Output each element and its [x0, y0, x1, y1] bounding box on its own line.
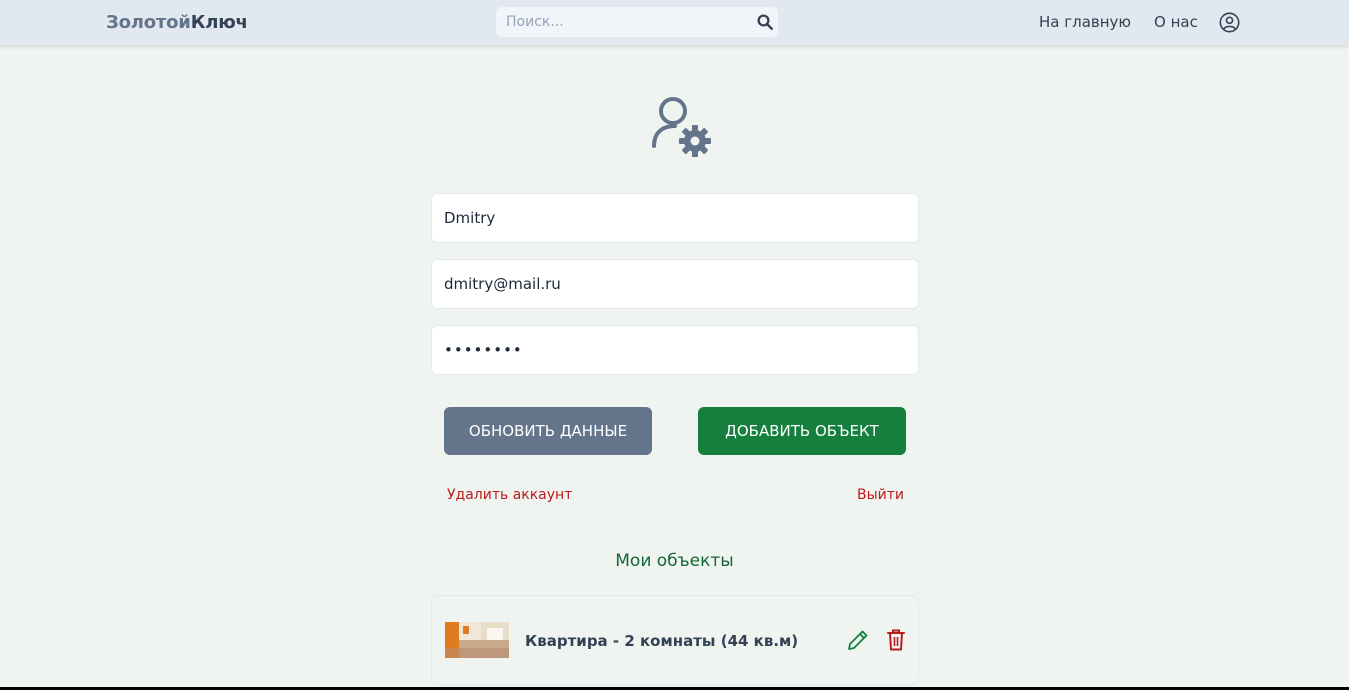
search-icon[interactable]	[756, 13, 774, 31]
password-field[interactable]	[431, 325, 919, 375]
user-circle-icon[interactable]	[1219, 12, 1240, 33]
search-input[interactable]	[496, 7, 746, 37]
logo-part-2: Ключ	[190, 12, 248, 33]
trash-icon[interactable]	[886, 628, 906, 652]
delete-account-link[interactable]: Удалить аккаунт	[447, 487, 572, 503]
user-gear-icon	[652, 97, 711, 157]
logo-part-1: Золотой	[106, 12, 191, 33]
my-objects-title: Мои объекты	[615, 551, 734, 571]
update-data-button[interactable]: ОБНОВИТЬ ДАННЫЕ	[444, 407, 652, 455]
nav-home-link[interactable]: На главную	[1039, 13, 1131, 31]
object-thumbnail	[445, 622, 509, 658]
object-title: Квартира - 2 комнаты (44 кв.м)	[525, 632, 799, 650]
site-logo[interactable]: ЗолотойКлюч	[106, 12, 248, 33]
logout-link[interactable]: Выйти	[857, 487, 904, 503]
name-field[interactable]	[431, 193, 919, 243]
pencil-icon[interactable]	[846, 628, 870, 652]
search-box	[496, 7, 778, 37]
add-object-button[interactable]: ДОБАВИТЬ ОБЪЕКТ	[698, 407, 906, 455]
object-card[interactable]: Квартира - 2 комнаты (44 кв.м)	[431, 595, 919, 685]
top-navbar: ЗолотойКлюч На главную О нас	[0, 0, 1349, 45]
email-field[interactable]	[431, 259, 919, 309]
nav-about-link[interactable]: О нас	[1154, 13, 1198, 31]
